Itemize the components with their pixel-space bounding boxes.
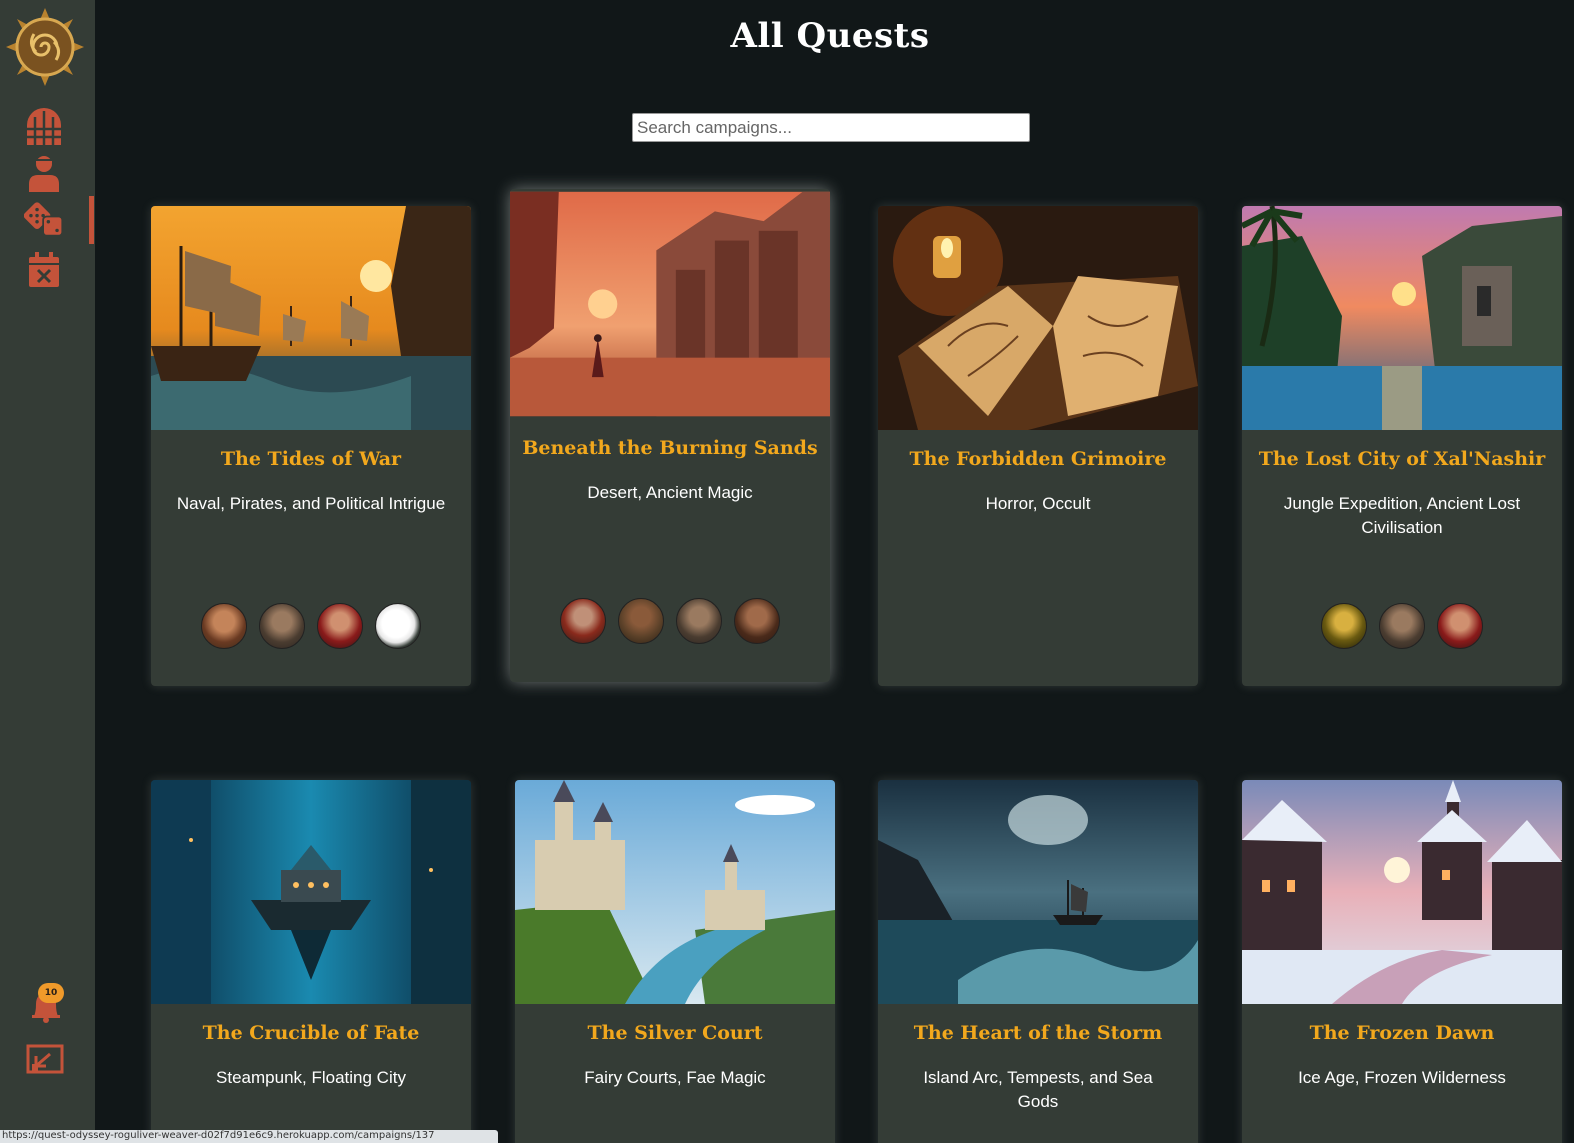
campaign-image-castle-river-valley bbox=[515, 780, 835, 1004]
calendar-cancel-icon[interactable] bbox=[24, 250, 64, 290]
page-title: All Quests bbox=[730, 16, 930, 56]
campaign-image-candlelit-open-book bbox=[878, 206, 1198, 430]
gate-icon[interactable] bbox=[24, 106, 64, 146]
status-bar-url: https://quest-odyssey-roguliver-weaver-d… bbox=[0, 1130, 498, 1143]
campaign-genre: Horror, Occult bbox=[985, 494, 1091, 513]
campaign-card[interactable]: The Frozen Dawn Ice Age, Frozen Wilderne… bbox=[1242, 780, 1562, 1143]
avatar[interactable] bbox=[560, 598, 606, 644]
campaign-genre: Naval, Pirates, and Political Intrigue bbox=[176, 494, 446, 513]
campaign-title: The Frozen Dawn bbox=[1309, 1022, 1495, 1044]
avatar[interactable] bbox=[734, 598, 780, 644]
campaign-card[interactable]: The Lost City of Xal'Nashir Jungle Exped… bbox=[1242, 206, 1562, 686]
campaign-card[interactable]: The Crucible of Fate Steampunk, Floating… bbox=[151, 780, 471, 1143]
campaign-image-stormy-sea-ship bbox=[878, 780, 1198, 1004]
campaign-card[interactable]: The Tides of War Naval, Pirates, and Pol… bbox=[151, 206, 471, 686]
campaign-title: The Heart of the Storm bbox=[913, 1022, 1163, 1044]
campaign-card[interactable]: The Forbidden Grimoire Horror, Occult bbox=[878, 206, 1198, 686]
player-avatars bbox=[151, 603, 471, 649]
avatar[interactable] bbox=[1379, 603, 1425, 649]
nav-active-indicator bbox=[89, 196, 94, 244]
notification-badge: 10 bbox=[38, 983, 64, 1003]
avatar[interactable] bbox=[201, 603, 247, 649]
campaign-title: The Lost City of Xal'Nashir bbox=[1258, 448, 1546, 470]
campaign-genre: Desert, Ancient Magic bbox=[587, 483, 753, 502]
character-icon[interactable] bbox=[24, 153, 64, 193]
campaign-genre: Steampunk, Floating City bbox=[216, 1068, 406, 1087]
campaign-image-snowy-village-river bbox=[1242, 780, 1562, 1004]
avatar[interactable] bbox=[1437, 603, 1483, 649]
search-input[interactable] bbox=[632, 113, 1030, 142]
campaign-genre: Jungle Expedition, Ancient Lost Civilisa… bbox=[1283, 494, 1521, 537]
campaign-card[interactable]: The Heart of the Storm Island Arc, Tempe… bbox=[878, 780, 1198, 1143]
campaign-card[interactable]: Beneath the Burning Sands Desert, Ancien… bbox=[510, 189, 830, 682]
campaign-title: The Silver Court bbox=[587, 1022, 763, 1044]
player-avatars bbox=[510, 598, 830, 644]
campaign-genre: Ice Age, Frozen Wilderness bbox=[1298, 1068, 1506, 1087]
logout-icon[interactable] bbox=[26, 1042, 64, 1076]
player-avatars bbox=[1242, 603, 1562, 649]
app-logo[interactable] bbox=[6, 8, 84, 86]
campaign-image-floating-city-blue bbox=[151, 780, 471, 1004]
campaign-card[interactable]: The Silver Court Fairy Courts, Fae Magic bbox=[515, 780, 835, 1143]
campaign-title: The Forbidden Grimoire bbox=[909, 448, 1167, 470]
avatar[interactable] bbox=[1321, 603, 1367, 649]
avatar[interactable] bbox=[259, 603, 305, 649]
campaign-title: Beneath the Burning Sands bbox=[522, 437, 818, 459]
dice-icon[interactable] bbox=[24, 200, 64, 240]
campaign-genre: Fairy Courts, Fae Magic bbox=[584, 1068, 766, 1087]
campaign-title: The Tides of War bbox=[220, 448, 402, 470]
avatar[interactable] bbox=[618, 598, 664, 644]
campaign-image-jungle-ruins-sunset bbox=[1242, 206, 1562, 430]
campaign-genre: Island Arc, Tempests, and Sea Gods bbox=[923, 1068, 1153, 1111]
campaign-image-desert-ruined-city bbox=[510, 191, 830, 417]
campaign-title: The Crucible of Fate bbox=[202, 1022, 420, 1044]
avatar[interactable] bbox=[375, 603, 421, 649]
campaign-image-sunset-sailing-ships bbox=[151, 206, 471, 430]
sidebar: 10 bbox=[0, 0, 95, 1143]
avatar[interactable] bbox=[317, 603, 363, 649]
avatar[interactable] bbox=[676, 598, 722, 644]
